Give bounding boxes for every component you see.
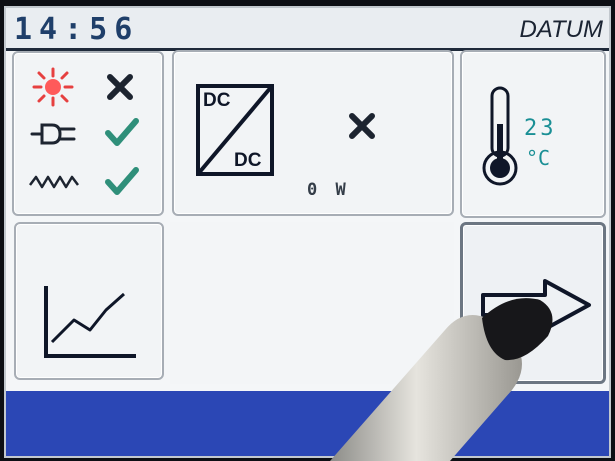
ac-wave-icon [29,175,79,189]
power-plug-icon [30,123,76,145]
cross-icon [349,113,375,139]
dcdc-tile[interactable]: DC DC 0 W [172,50,454,216]
clock-display: 14:56 [14,12,140,47]
right-arrow-icon [481,279,591,331]
date-label[interactable]: DATUM [519,16,603,44]
sun-icon [32,67,74,107]
device-screen: 14:56 DATUM DC DC 0 W 23 °C [4,6,611,458]
thermometer-icon [482,86,518,186]
header-bar: 14:56 DATUM [6,8,609,51]
temperature-tile[interactable]: 23 °C [460,50,606,218]
dcdc-label-bottom: DC [234,150,262,171]
cross-icon [107,74,133,100]
chart-button[interactable] [14,222,164,380]
next-button[interactable] [460,222,606,384]
temperature-unit: °C [526,146,551,170]
line-chart-icon [44,286,136,358]
footer-bar [6,391,609,456]
temperature-value: 23 [524,116,557,141]
dcdc-label-top: DC [203,90,231,111]
check-icon [105,118,139,146]
empty-panel-area [170,222,454,384]
power-readout: 0 W [307,180,350,200]
check-icon [105,167,139,195]
status-tile[interactable] [12,51,164,216]
